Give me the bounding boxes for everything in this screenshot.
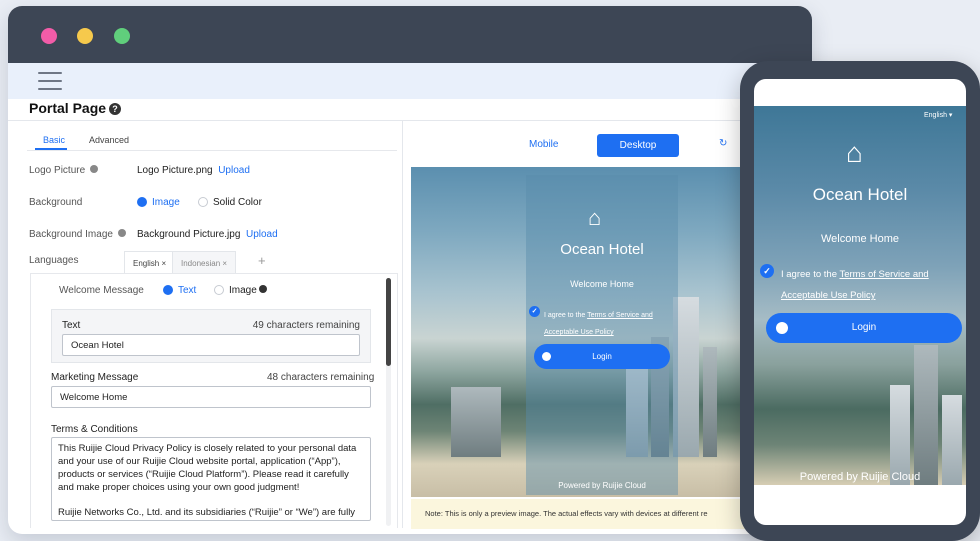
welcome-text-box: Text 49 characters remaining Ocean Hotel [51, 309, 371, 363]
background-image-label: Background Image [29, 229, 126, 240]
marketing-message-input[interactable]: Welcome Home [51, 386, 371, 408]
help-icon[interactable] [89, 165, 98, 173]
portal-card: ⌂ Ocean Hotel Welcome Home ✓ I agree to … [526, 175, 678, 495]
background-file-name: Background Picture.jpg [137, 229, 241, 240]
phone-language-select[interactable]: English ▾ [924, 111, 952, 119]
marketing-chars-remaining: 48 characters remaining [267, 372, 375, 383]
help-icon[interactable]: ? [109, 103, 122, 115]
language-tab-english[interactable]: English × [124, 251, 176, 274]
background-image-radio[interactable] [137, 197, 147, 207]
welcome-chars-remaining: 49 characters remaining [252, 320, 360, 331]
background-solid-radio[interactable] [198, 197, 208, 207]
building [890, 385, 910, 485]
phone-hotel-name: Ocean Hotel [812, 185, 908, 204]
settings-panel: Basic Advanced Logo Picture Logo Picture… [0, 121, 402, 528]
background-image-option[interactable]: Image [152, 197, 180, 208]
phone-aup-link[interactable]: Acceptable Use Policy [781, 290, 876, 301]
terms-label: Terms & Conditions [51, 424, 138, 435]
logo-file-name: Logo Picture.png [137, 165, 213, 176]
close-icon[interactable]: × [161, 259, 166, 268]
page-title: Portal Page? [29, 100, 122, 116]
phone-agree-text: I agree to the Terms of Service and Accep… [781, 269, 929, 301]
background-upload-link[interactable]: Upload [246, 229, 278, 240]
hamburger-menu-icon[interactable] [38, 72, 62, 90]
portal-hotel-name: Ocean Hotel [560, 241, 644, 258]
welcome-message-label: Welcome Message [59, 285, 144, 296]
building [703, 347, 717, 457]
terms-link[interactable]: Terms of Service and [587, 312, 653, 319]
portal-powered-by: Powered by Ruijie Cloud [558, 481, 646, 490]
close-icon[interactable]: × [222, 259, 227, 268]
help-icon[interactable] [117, 229, 126, 237]
phone-preview-screen: English ▾ ⌂ Ocean Hotel Welcome Home ✓ I… [754, 79, 966, 525]
scrollbar-thumb[interactable] [386, 278, 391, 366]
portal-welcome: Welcome Home [570, 279, 634, 289]
logo-picture-value: Logo Picture.png Upload [137, 165, 250, 176]
hotel-logo-icon: ⌂ [846, 137, 863, 168]
settings-tabs: Basic Advanced [27, 129, 397, 151]
language-settings-box: Welcome Message Text Image Text 49 chara… [30, 273, 398, 528]
terms-body-continued: Ruijie Networks Co., Ltd. and its subsid… [58, 507, 356, 518]
building [914, 345, 938, 485]
welcome-text-input[interactable]: Ocean Hotel [62, 334, 360, 356]
agree-checkbox[interactable]: ✓ [529, 306, 540, 317]
marketing-message-label: Marketing Message [51, 372, 139, 383]
desktop-mode-button[interactable]: Desktop [597, 134, 679, 157]
menu-bar [8, 63, 812, 99]
welcome-text-radio[interactable] [163, 285, 173, 295]
terms-body: This Ruijie Cloud Privacy Policy is clos… [58, 443, 357, 493]
phone-mockup: English ▾ ⌂ Ocean Hotel Welcome Home ✓ I… [740, 61, 980, 541]
phone-powered-by: Powered by Ruijie Cloud [799, 471, 921, 483]
portal-login-button[interactable]: Login [534, 344, 670, 369]
logo-upload-link[interactable]: Upload [218, 165, 250, 176]
background-image-value: Background Picture.jpg Upload [137, 229, 278, 240]
background-solid-option[interactable]: Solid Color [213, 197, 262, 208]
welcome-text-label: Text [62, 320, 81, 331]
phone-agree-checkbox[interactable]: ✓ [760, 264, 774, 278]
login-icon [776, 322, 788, 334]
maximize-window-dot[interactable] [114, 28, 130, 44]
title-bar [8, 6, 812, 63]
phone-terms-link[interactable]: Terms of Service and [839, 269, 928, 280]
welcome-text-option[interactable]: Text [178, 285, 196, 296]
tab-basic[interactable]: Basic [43, 135, 65, 145]
language-tab-indonesian[interactable]: Indonesian × [172, 251, 237, 274]
hotel-logo-icon: ⌂ [588, 205, 602, 230]
login-icon [542, 352, 551, 361]
active-tab-indicator [35, 148, 67, 150]
tab-advanced[interactable]: Advanced [89, 135, 129, 145]
refresh-icon[interactable]: ↻ [719, 138, 727, 149]
agree-text: I agree to the Terms of Service and Accep… [544, 312, 653, 336]
languages-label: Languages [29, 255, 79, 266]
logo-picture-label: Logo Picture [29, 165, 98, 176]
help-icon[interactable] [258, 285, 267, 293]
aup-link[interactable]: Acceptable Use Policy [544, 329, 614, 336]
phone-welcome: Welcome Home [820, 233, 900, 245]
mobile-mode-button[interactable]: Mobile [529, 139, 558, 150]
phone-login-button[interactable]: Login [766, 313, 962, 343]
minimize-window-dot[interactable] [77, 28, 93, 44]
background-label: Background [29, 197, 83, 208]
building [451, 387, 501, 457]
terms-textarea[interactable]: This Ruijie Cloud Privacy Policy is clos… [51, 437, 371, 521]
add-language-icon[interactable]: + [258, 253, 266, 268]
close-window-dot[interactable] [41, 28, 57, 44]
welcome-image-option[interactable]: Image [229, 285, 267, 296]
welcome-image-radio[interactable] [214, 285, 224, 295]
